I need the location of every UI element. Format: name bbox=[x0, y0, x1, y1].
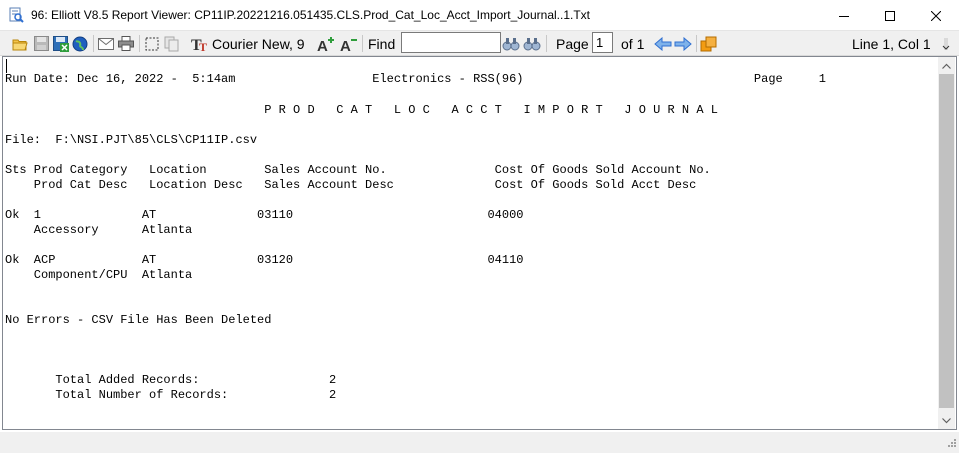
page-label: Page bbox=[556, 36, 589, 52]
toolbar-separator bbox=[696, 35, 697, 52]
open-folder-icon[interactable] bbox=[11, 34, 29, 53]
find-label: Find bbox=[368, 36, 396, 52]
report-line: Ok 1 AT 03110 04000 bbox=[5, 208, 524, 222]
toolbar-separator bbox=[93, 35, 94, 52]
report-line: Prod Cat Desc Location Desc Sales Accoun… bbox=[5, 178, 697, 192]
decrease-font-icon[interactable]: A bbox=[338, 34, 358, 53]
increase-font-icon[interactable]: A bbox=[315, 34, 335, 53]
find-previous-icon[interactable] bbox=[502, 34, 520, 53]
font-label[interactable]: Courier New, 9 bbox=[212, 36, 305, 52]
toolbar-options-chevron-icon[interactable] bbox=[937, 34, 955, 53]
report-line: P R O D C A T L O C A C C T I M P O R T … bbox=[5, 103, 718, 117]
minimize-button[interactable] bbox=[821, 0, 867, 31]
report-line: Total Added Records: 2 bbox=[5, 373, 337, 387]
previous-page-arrow-icon[interactable] bbox=[654, 34, 672, 53]
toolbar-separator bbox=[139, 35, 140, 52]
report-line: Run Date: Dec 16, 2022 - 5:14am Electron… bbox=[5, 72, 826, 86]
page-count: of 1 bbox=[621, 36, 645, 52]
scroll-down-arrow-icon[interactable] bbox=[938, 412, 955, 429]
maximize-button[interactable] bbox=[867, 0, 913, 31]
scrollbar-thumb[interactable] bbox=[939, 74, 954, 408]
report-content[interactable]: Run Date: Dec 16, 2022 - 5:14am Electron… bbox=[5, 72, 930, 427]
svg-text:A: A bbox=[317, 38, 328, 52]
text-caret bbox=[6, 59, 7, 73]
close-button[interactable] bbox=[913, 0, 959, 31]
next-page-arrow-icon[interactable] bbox=[674, 34, 692, 53]
email-icon[interactable] bbox=[97, 34, 115, 53]
select-all-icon[interactable] bbox=[143, 34, 161, 53]
globe-icon[interactable] bbox=[71, 34, 89, 53]
save-as-excel-icon[interactable] bbox=[52, 34, 70, 53]
copy-icon[interactable] bbox=[163, 34, 181, 53]
print-icon[interactable] bbox=[117, 34, 135, 53]
resize-grip-icon[interactable] bbox=[946, 437, 957, 451]
report-line: No Errors - CSV File Has Been Deleted bbox=[5, 313, 272, 327]
scroll-up-arrow-icon[interactable] bbox=[938, 57, 955, 74]
page-number-input[interactable] bbox=[592, 32, 613, 53]
report-line: Component/CPU Atlanta bbox=[5, 268, 193, 282]
report-line: Accessory Atlanta bbox=[5, 223, 193, 237]
report-viewer-icon bbox=[8, 7, 24, 23]
font-icon[interactable]: TT bbox=[191, 34, 209, 53]
report-line: File: F:\NSI.PJT\85\CLS\CP11IP.csv bbox=[5, 133, 258, 147]
report-line: Total Number of Records: 2 bbox=[5, 388, 337, 402]
find-next-icon[interactable] bbox=[523, 34, 541, 53]
save-disk-icon[interactable] bbox=[32, 34, 50, 53]
title-bar: 96: Elliott V8.5 Report Viewer: CP11IP.2… bbox=[0, 0, 959, 31]
svg-text:A: A bbox=[340, 38, 351, 52]
window-title: 96: Elliott V8.5 Report Viewer: CP11IP.2… bbox=[31, 8, 591, 22]
cursor-position: Line 1, Col 1 bbox=[852, 36, 931, 52]
find-input[interactable] bbox=[401, 32, 501, 53]
toolbar-separator bbox=[362, 35, 363, 52]
vertical-scrollbar[interactable] bbox=[938, 57, 955, 429]
export-icon[interactable] bbox=[700, 34, 718, 53]
svg-text:T: T bbox=[199, 40, 207, 52]
report-line: Sts Prod Category Location Sales Account… bbox=[5, 163, 711, 177]
toolbar-separator bbox=[546, 35, 547, 52]
report-line: Ok ACP AT 03120 04110 bbox=[5, 253, 524, 267]
status-bar bbox=[0, 432, 959, 453]
